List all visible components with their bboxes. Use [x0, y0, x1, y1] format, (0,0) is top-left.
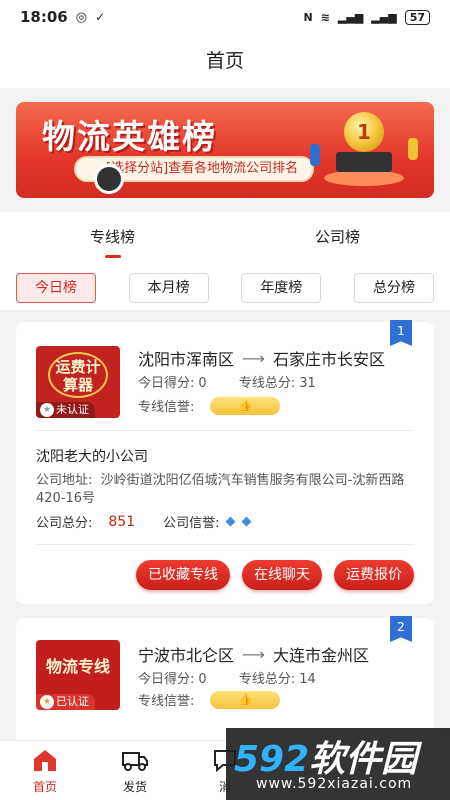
line-total: 14: [299, 672, 316, 687]
hero-banner[interactable]: 物流英雄榜 [选择分站]查看各地物流公司排名 1: [16, 102, 434, 198]
status-time: 18:06: [20, 8, 68, 26]
tab-month[interactable]: 本月榜: [128, 273, 209, 303]
tab-total[interactable]: 总分榜: [353, 273, 434, 303]
signal-icon: ▂▄▆: [337, 10, 364, 24]
company-logo: 运费计算器 ★ 未认证: [36, 346, 120, 418]
line-stats: 今日得分: 0 专线总分: 14: [138, 672, 316, 687]
person-icon: [310, 144, 320, 166]
line-total: 31: [299, 376, 316, 391]
banner-title: 物流英雄榜: [42, 117, 217, 156]
route-to: 大连市金州区: [272, 646, 369, 665]
rank-badge: 1: [390, 320, 412, 346]
trophy-icon: 1: [310, 108, 418, 192]
status-bar: 18:06 ◎ ✓ N ≋ ▂▄▆ ▂▄▆ 57: [0, 0, 450, 34]
route: 沈阳市浑南区 ⟶ 石家庄市长安区: [138, 346, 385, 370]
route: 宁波市北仑区 ⟶ 大连市金州区: [138, 642, 369, 666]
favorited-line-button[interactable]: 已收藏专线: [136, 560, 230, 590]
route-to: 石家庄市长安区: [272, 350, 385, 369]
card-actions: 已收藏专线 在线聊天 运费报价: [136, 560, 414, 590]
home-icon: [34, 750, 56, 771]
thumbs-up-icon: 👍: [210, 396, 281, 415]
arrow-right-icon: ⟶: [242, 644, 265, 664]
diamond-icon: ◆: [241, 514, 252, 529]
diamond-icon: ◆: [225, 514, 236, 529]
arrow-right-icon: ⟶: [242, 348, 265, 368]
nfc-icon: N: [303, 10, 313, 24]
star-icon: ★: [40, 695, 54, 709]
company-total: 851: [108, 513, 136, 530]
line-credit: 专线信誉: 👍: [138, 690, 281, 709]
company-score: 公司总分: 851 公司信誉: ◆ ◆: [36, 513, 252, 532]
thumbs-up-icon: 👍: [210, 690, 281, 709]
person-icon: [408, 138, 418, 160]
check-icon: ✓: [95, 10, 106, 24]
tab-line-ranking[interactable]: 专线榜: [0, 212, 225, 266]
signal-2-icon: ▂▄▆: [371, 10, 397, 24]
tab-today[interactable]: 今日榜: [16, 273, 96, 303]
tab-company-ranking[interactable]: 公司榜: [225, 212, 450, 266]
online-chat-button[interactable]: 在线聊天: [242, 560, 322, 590]
company-logo: 物流专线 ★ 已认证: [36, 640, 120, 710]
nav-ship[interactable]: 发货: [90, 741, 180, 800]
watermark: 592软件园 www.592xiazai.com: [226, 728, 450, 800]
star-icon: ★: [40, 403, 54, 417]
company-address: 公司地址: 沙岭街道沈阳亿佰城汽车销售服务有限公司-沈新西路420-16号: [36, 473, 405, 506]
wifi-icon: ≋: [320, 10, 330, 24]
line-stats: 今日得分: 0 专线总分: 31: [138, 376, 316, 391]
period-tabs: 今日榜 本月榜 年度榜 总分榜: [0, 266, 450, 310]
freight-quote-button[interactable]: 运费报价: [334, 560, 414, 590]
logo-text: 物流专线: [45, 657, 110, 676]
route-from: 宁波市北仑区: [138, 646, 235, 665]
nav-home[interactable]: 首页: [0, 741, 90, 800]
page-title: 首页: [0, 34, 450, 88]
ranking-card[interactable]: 1 运费计算器 ★ 未认证 沈阳市浑南区 ⟶ 石家庄市长安区 今日得分: 0 专线…: [16, 320, 434, 604]
divider: [36, 430, 414, 431]
main-tabs: 专线榜 公司榜: [0, 212, 450, 266]
divider: [36, 544, 414, 545]
line-credit: 专线信誉: 👍: [138, 396, 281, 415]
today-score: 0: [198, 672, 207, 687]
route-from: 沈阳市浑南区: [138, 350, 235, 369]
sync-icon: ◎: [75, 9, 88, 25]
trophy-rank: 1: [344, 112, 384, 152]
truck-icon: [122, 752, 148, 771]
auth-status-badge: ★ 未认证: [36, 402, 95, 418]
tab-year[interactable]: 年度榜: [241, 273, 322, 303]
logo-text: 运费计算器: [55, 358, 101, 394]
pointer-hand-icon: [94, 164, 124, 194]
rank-badge: 2: [390, 616, 412, 642]
battery-icon: 57: [404, 9, 430, 25]
company-name: 沈阳老大的小公司: [36, 449, 148, 465]
today-score: 0: [198, 376, 207, 391]
auth-status-badge: ★ 已认证: [36, 694, 95, 710]
